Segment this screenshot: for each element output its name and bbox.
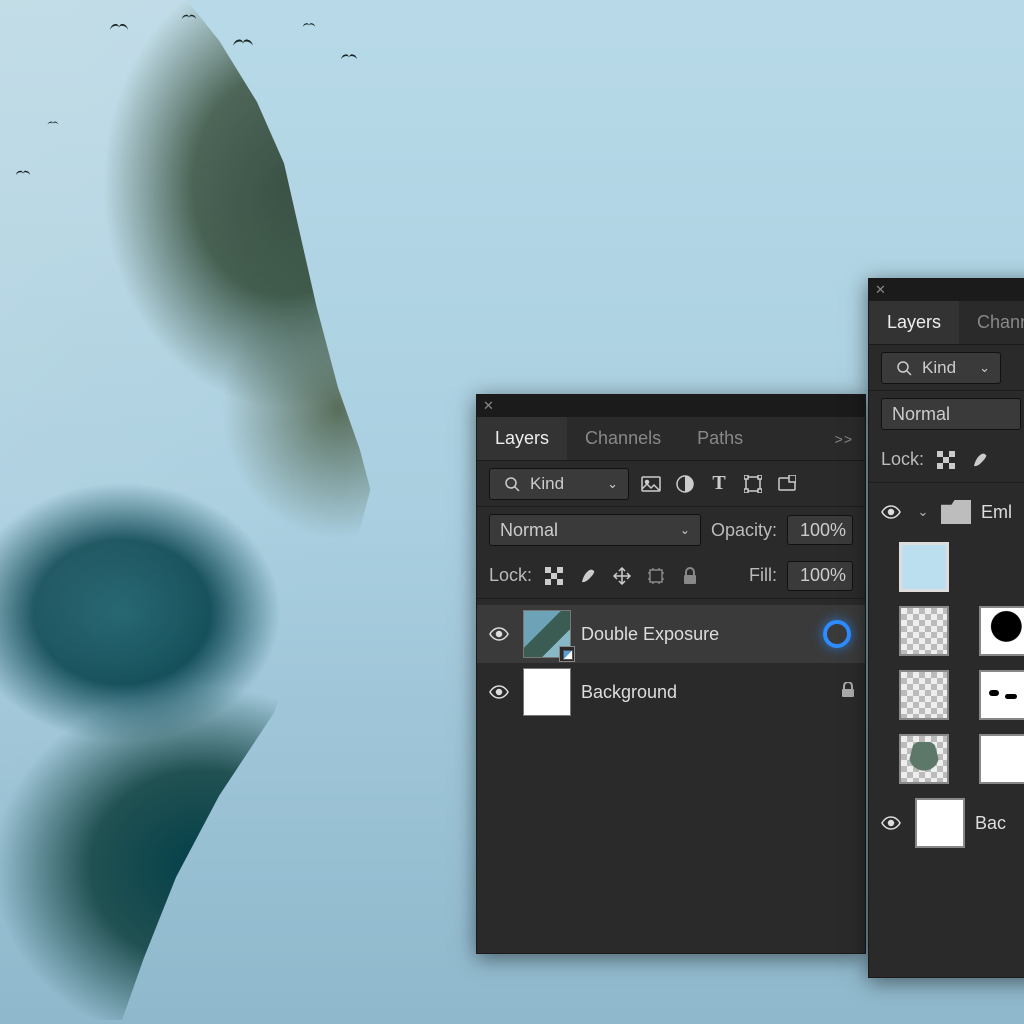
chevron-down-icon[interactable]: ⌄ — [915, 504, 931, 520]
double-exposure-silhouette — [0, 0, 500, 1020]
layer-group-row[interactable]: ⌄ Eml — [869, 489, 1024, 535]
panel-titlebar[interactable]: ✕ — [869, 279, 1024, 301]
chevron-down-icon: ⌄ — [607, 476, 618, 492]
layer-name[interactable]: Bac — [975, 813, 1024, 834]
filter-type-icon[interactable]: T — [707, 472, 731, 496]
chevron-down-icon: ⌄ — [979, 360, 990, 376]
layer-name[interactable]: Background — [581, 682, 831, 703]
chevron-down-icon: ⌄ — [680, 523, 690, 537]
layer-thumbnail[interactable] — [899, 606, 949, 656]
layer-row[interactable]: Bac — [869, 791, 1024, 855]
layer-row[interactable] — [869, 727, 1024, 791]
bird-icon — [341, 54, 357, 61]
opacity-label: Opacity: — [711, 520, 777, 541]
blend-opacity-row: Normal ⌄ Opacity: 100% — [477, 507, 865, 553]
layer-thumbnail[interactable] — [915, 798, 965, 848]
layers-panel: ✕ Layers Channels Paths >> Kind ⌄ T — [476, 394, 866, 954]
lock-paint-icon[interactable] — [968, 448, 992, 472]
visibility-toggle-icon[interactable] — [485, 627, 513, 641]
layer-row[interactable] — [869, 663, 1024, 727]
visibility-toggle-icon[interactable] — [877, 816, 905, 830]
filter-pixel-icon[interactable] — [639, 472, 663, 496]
lock-all-icon[interactable] — [678, 564, 702, 588]
bird-icon — [233, 40, 253, 49]
blend-mode-value: Normal — [892, 404, 950, 425]
lock-transparency-icon[interactable] — [542, 564, 566, 588]
filter-kind-label: Kind — [530, 474, 564, 494]
layer-mask-thumbnail[interactable] — [979, 606, 1024, 656]
layer-group-name[interactable]: Eml — [981, 502, 1024, 523]
layer-name[interactable]: Double Exposure — [581, 624, 813, 645]
opacity-value: 100% — [800, 520, 846, 541]
layer-mask-thumbnail[interactable] — [979, 670, 1024, 720]
tab-layers[interactable]: Layers — [477, 417, 567, 460]
panel-tabs: Layers Channels Paths >> — [477, 417, 865, 461]
lock-fill-row: Lock: — [869, 437, 1024, 483]
tab-channels[interactable]: Channels — [567, 417, 679, 460]
layer-thumbnail[interactable] — [899, 542, 949, 592]
layers-panel-expanded: ✕ Layers Chann Kind ⌄ Normal Lock: — [868, 278, 1024, 978]
panel-titlebar[interactable]: ✕ — [477, 395, 865, 417]
opacity-input[interactable]: 100% — [787, 515, 853, 545]
fill-value: 100% — [800, 565, 846, 586]
lock-paint-icon[interactable] — [576, 564, 600, 588]
filter-kind-label: Kind — [922, 358, 956, 378]
filter-kind-select[interactable]: Kind ⌄ — [489, 468, 629, 500]
lock-artboard-icon[interactable] — [644, 564, 668, 588]
filter-adjustment-icon[interactable] — [673, 472, 697, 496]
filter-kind-select[interactable]: Kind ⌄ — [881, 352, 1001, 384]
lock-transparency-icon[interactable] — [934, 448, 958, 472]
lock-label: Lock: — [881, 449, 924, 470]
blend-mode-select[interactable]: Normal — [881, 398, 1021, 430]
lock-fill-row: Lock: Fill: 100% — [477, 553, 865, 599]
layer-thumbnail[interactable] — [899, 670, 949, 720]
tab-paths[interactable]: Paths — [679, 417, 761, 460]
blend-mode-value: Normal — [500, 520, 558, 541]
layer-filter-row: Kind ⌄ T — [477, 461, 865, 507]
lock-label: Lock: — [489, 565, 532, 586]
layer-row[interactable] — [869, 535, 1024, 599]
search-icon — [500, 472, 524, 496]
layer-thumbnail[interactable] — [523, 668, 571, 716]
blend-mode-select[interactable]: Normal ⌄ — [489, 514, 701, 546]
layer-mask-thumbnail[interactable] — [979, 734, 1024, 784]
highlight-ring-icon — [823, 620, 851, 648]
panel-menu-icon[interactable]: >> — [823, 431, 865, 447]
close-icon[interactable]: ✕ — [875, 282, 886, 298]
layer-row[interactable] — [869, 599, 1024, 663]
folder-icon — [941, 500, 971, 524]
fill-input[interactable]: 100% — [787, 561, 853, 591]
tab-channels[interactable]: Chann — [959, 301, 1024, 344]
bird-icon — [303, 23, 316, 29]
layer-row[interactable]: Double Exposure — [477, 605, 865, 663]
layer-list: Double Exposure Background — [477, 599, 865, 727]
layer-list: ⌄ Eml Bac — [869, 483, 1024, 861]
close-icon[interactable]: ✕ — [483, 398, 494, 414]
tab-layers[interactable]: Layers — [869, 301, 959, 344]
lock-icon[interactable] — [841, 682, 855, 703]
panel-tabs: Layers Chann — [869, 301, 1024, 345]
bird-icon — [16, 171, 30, 177]
layer-thumbnail[interactable] — [523, 610, 571, 658]
bird-icon — [182, 15, 196, 21]
filter-shape-icon[interactable] — [741, 472, 765, 496]
layer-filter-row: Kind ⌄ — [869, 345, 1024, 391]
blend-opacity-row: Normal — [869, 391, 1024, 437]
search-icon — [892, 356, 916, 380]
lock-position-icon[interactable] — [610, 564, 634, 588]
bird-icon — [48, 122, 59, 127]
filter-smartobject-icon[interactable] — [775, 472, 799, 496]
layer-row[interactable]: Background — [477, 663, 865, 721]
visibility-toggle-icon[interactable] — [485, 685, 513, 699]
visibility-toggle-icon[interactable] — [877, 505, 905, 519]
fill-label: Fill: — [749, 565, 777, 586]
layer-thumbnail[interactable] — [899, 734, 949, 784]
canvas-artwork — [0, 0, 520, 1024]
bird-icon — [110, 24, 128, 32]
